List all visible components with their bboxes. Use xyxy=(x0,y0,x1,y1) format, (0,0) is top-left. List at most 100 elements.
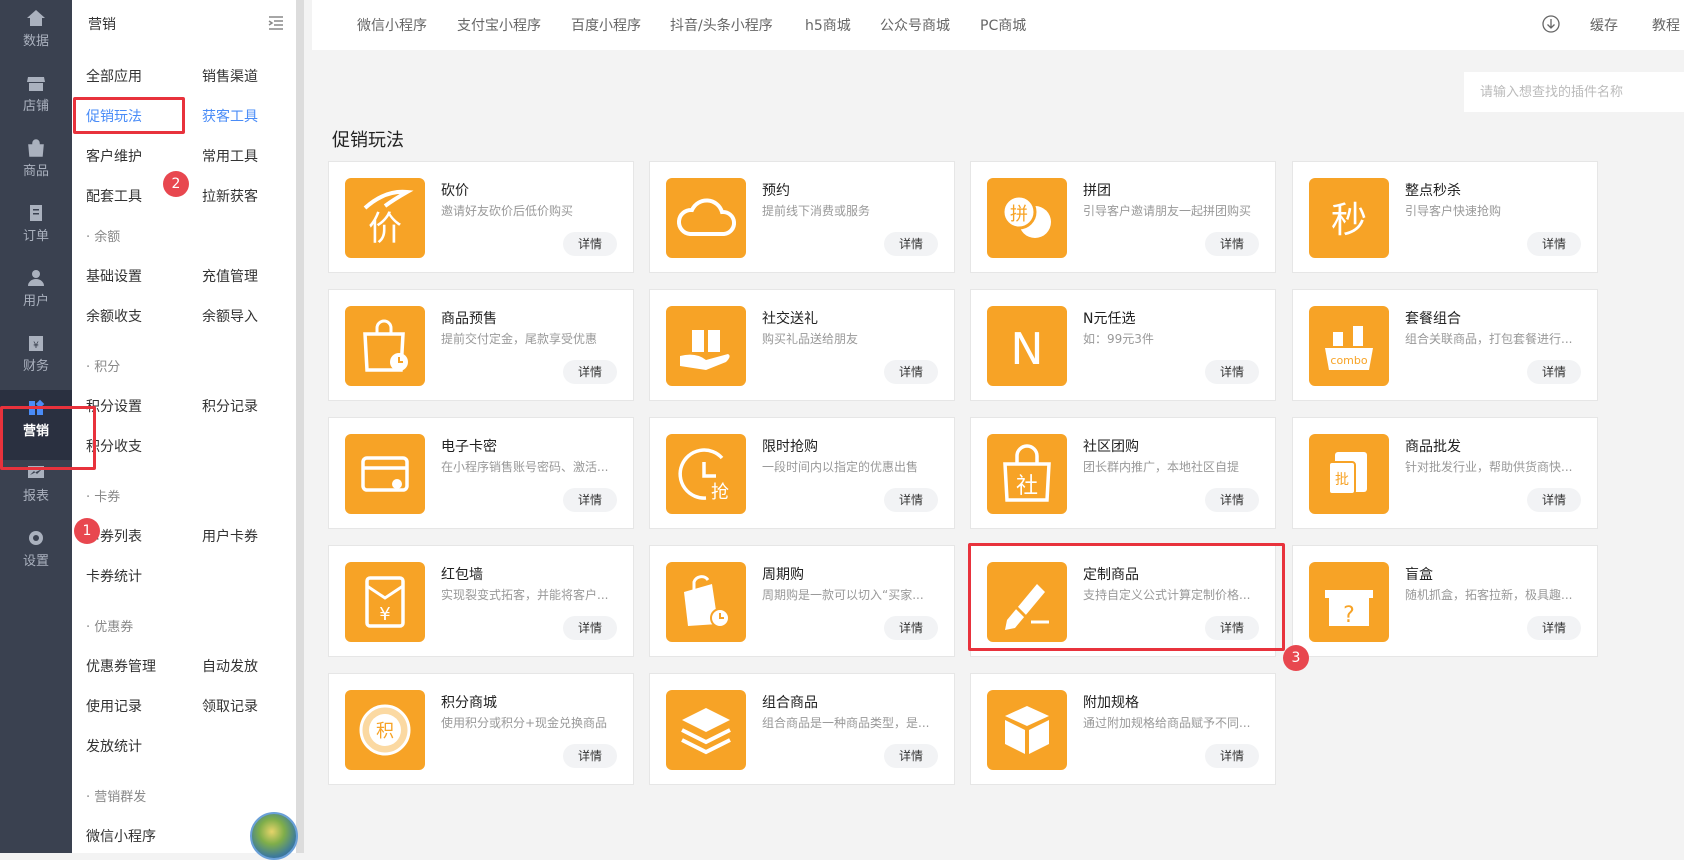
menu-acquisition-tools[interactable]: 获客工具 xyxy=(202,106,258,126)
menu-user-cards[interactable]: 用户卡券 xyxy=(202,526,258,546)
rail-item-store[interactable]: 店铺 xyxy=(0,65,72,135)
menu-new-customers[interactable]: 拉新获客 xyxy=(202,186,258,206)
plugin-name: 商品预售 xyxy=(441,311,497,327)
plugin-card-blind-box[interactable]: ? 盲盒 随机抓盒，拓客拉新，极具趣... 详情 xyxy=(1292,545,1598,657)
menu-issue-stats[interactable]: 发放统计 xyxy=(86,736,142,756)
detail-button[interactable]: 详情 xyxy=(884,744,938,768)
plugin-card-time-limited[interactable]: 抢 限时抢购 一段时间内以指定的优惠出售 详情 xyxy=(649,417,955,529)
plugin-card-community[interactable]: 社 社区团购 团长群内推广，本地社区自提 详情 xyxy=(970,417,1276,529)
highlight-custom-goods xyxy=(968,543,1285,651)
top-nav: 微信小程序 支付宝小程序 百度小程序 抖音/头条小程序 h5商城 公众号商城 P… xyxy=(312,0,1684,50)
tab-pc-mall[interactable]: PC商城 xyxy=(980,15,1026,35)
detail-button[interactable]: 详情 xyxy=(1527,360,1581,384)
plugin-card-e-card[interactable]: 电子卡密 在小程序销售账号密码、激活... 详情 xyxy=(328,417,634,529)
plugin-card-group-buy[interactable]: 拼 拼团 引导客户邀请朋友一起拼团购买 详情 xyxy=(970,161,1276,273)
svg-text:社: 社 xyxy=(1016,474,1038,499)
tab-douyin-miniapp[interactable]: 抖音/头条小程序 xyxy=(670,15,773,35)
menu-all-apps[interactable]: 全部应用 xyxy=(86,66,142,86)
plugin-name: N元任选 xyxy=(1083,311,1136,327)
rail-item-data[interactable]: 数据 xyxy=(0,0,72,70)
plugin-name: 盲盒 xyxy=(1405,567,1433,583)
plugin-card-social-gift[interactable]: 社交送礼 购买礼品送给朋友 详情 xyxy=(649,289,955,401)
detail-button[interactable]: 详情 xyxy=(884,232,938,256)
rail-item-users[interactable]: 用户 xyxy=(0,260,72,330)
svg-text:价: 价 xyxy=(368,209,402,249)
detail-button[interactable]: 详情 xyxy=(1205,232,1259,256)
detail-button[interactable]: 详情 xyxy=(563,744,617,768)
plugin-desc: 一段时间内以指定的优惠出售 xyxy=(762,460,919,474)
plugin-card-bundle-goods[interactable]: 组合商品 组合商品是一种商品类型，是... 详情 xyxy=(649,673,955,785)
tab-alipay-miniapp[interactable]: 支付宝小程序 xyxy=(457,15,541,35)
menu-support-tools[interactable]: 配套工具 xyxy=(86,186,142,206)
menu-balance-import[interactable]: 余额导入 xyxy=(202,306,258,326)
detail-button[interactable]: 详情 xyxy=(884,360,938,384)
plugin-card-subscription[interactable]: 周期购 周期购是一款可以切入“买家... 详情 xyxy=(649,545,955,657)
detail-button[interactable]: 详情 xyxy=(1205,488,1259,512)
plugin-card-combo[interactable]: combo 套餐组合 组合关联商品，打包套餐进行... 详情 xyxy=(1292,289,1598,401)
detail-button[interactable]: 详情 xyxy=(1527,616,1581,640)
detail-button[interactable]: 详情 xyxy=(563,360,617,384)
tab-official-account-mall[interactable]: 公众号商城 xyxy=(880,15,950,35)
detail-button[interactable]: 详情 xyxy=(884,488,938,512)
plugin-card-flash-sale[interactable]: 秒 整点秒杀 引导客户快速抢购 详情 xyxy=(1292,161,1598,273)
detail-button[interactable]: 详情 xyxy=(1527,232,1581,256)
tutorial-link[interactable]: 教程 xyxy=(1652,15,1680,35)
plugin-name: 预约 xyxy=(762,183,790,199)
step-badge: 2 xyxy=(163,171,189,197)
menu-auto-issue[interactable]: 自动发放 xyxy=(202,656,258,676)
plugin-desc: 引导客户快速抢购 xyxy=(1405,204,1502,218)
plugin-card-red-packet[interactable]: ¥ 红包墙 实现裂变式拓客，并能将客户... 详情 xyxy=(328,545,634,657)
menu-common-tools[interactable]: 常用工具 xyxy=(202,146,258,166)
plugin-name: 社交送礼 xyxy=(762,311,818,327)
collapse-menu-icon[interactable] xyxy=(267,14,285,32)
cache-button[interactable]: 缓存 xyxy=(1590,15,1618,35)
menu-customer-care[interactable]: 客户维护 xyxy=(86,146,142,166)
plugin-card-addon-spec[interactable]: 附加规格 通过附加规格给商品赋予不同... 详情 xyxy=(970,673,1276,785)
plugin-search-input[interactable] xyxy=(1464,72,1684,112)
plugin-desc: 组合商品是一种商品类型，是... xyxy=(762,716,930,730)
plugin-name: 砍价 xyxy=(441,183,469,199)
rail-item-goods[interactable]: 商品 xyxy=(0,130,72,200)
section-title: 促销玩法 xyxy=(332,130,404,151)
detail-button[interactable]: 详情 xyxy=(884,616,938,640)
home-icon xyxy=(27,10,45,26)
document-icon xyxy=(30,205,42,221)
plugin-card-n-yuan[interactable]: N N元任选 如：99元3件 详情 xyxy=(970,289,1276,401)
menu-claim-records[interactable]: 领取记录 xyxy=(202,696,258,716)
tab-wechat-miniapp[interactable]: 微信小程序 xyxy=(357,15,427,35)
highlight-marketing xyxy=(0,406,96,470)
menu-balance-flow[interactable]: 余额收支 xyxy=(86,306,142,326)
plugin-card-presale[interactable]: 商品预售 提前交付定金，尾款享受优惠 详情 xyxy=(328,289,634,401)
detail-button[interactable]: 详情 xyxy=(563,232,617,256)
download-icon[interactable] xyxy=(1541,14,1561,34)
plugin-card-points-mall[interactable]: 积 积分商城 使用积分或积分+现金兑换商品 详情 xyxy=(328,673,634,785)
menu-wechat-miniapp[interactable]: 微信小程序 xyxy=(86,826,156,846)
plugin-card-bargain[interactable]: 价 砍价 邀请好友砍价后低价购买 详情 xyxy=(328,161,634,273)
rail-item-orders[interactable]: 订单 xyxy=(0,195,72,265)
rail-item-finance[interactable]: ¥ 财务 xyxy=(0,325,72,395)
detail-button[interactable]: 详情 xyxy=(1527,488,1581,512)
detail-button[interactable]: 详情 xyxy=(1205,360,1259,384)
tab-baidu-miniapp[interactable]: 百度小程序 xyxy=(571,15,641,35)
menu-recharge[interactable]: 充值管理 xyxy=(202,266,258,286)
menu-card-stats[interactable]: 卡券统计 xyxy=(86,566,142,586)
n-letter-icon: N xyxy=(987,306,1067,386)
rail-item-settings[interactable]: 设置 xyxy=(0,520,72,590)
svg-text:秒: 秒 xyxy=(1331,200,1367,241)
plugin-desc: 提前线下消费或服务 xyxy=(762,204,871,218)
points-coin-icon: 积 xyxy=(345,690,425,770)
menu-points-records[interactable]: 积分记录 xyxy=(202,396,258,416)
gift-hand-icon xyxy=(666,306,746,386)
menu-sales-channel[interactable]: 销售渠道 xyxy=(202,66,258,86)
plugin-card-reservation[interactable]: 预约 提前线下消费或服务 详情 xyxy=(649,161,955,273)
group-title-mass: · 营销群发 xyxy=(86,790,147,805)
detail-button[interactable]: 详情 xyxy=(563,616,617,640)
tab-h5-mall[interactable]: h5商城 xyxy=(805,15,851,35)
bargain-icon: 价 xyxy=(345,178,425,258)
detail-button[interactable]: 详情 xyxy=(1205,744,1259,768)
detail-button[interactable]: 详情 xyxy=(563,488,617,512)
plugin-card-wholesale[interactable]: 批 商品批发 针对批发行业，帮助供货商快... 详情 xyxy=(1292,417,1598,529)
menu-basic-settings[interactable]: 基础设置 xyxy=(86,266,142,286)
menu-usage-records[interactable]: 使用记录 xyxy=(86,696,142,716)
menu-coupon-manage[interactable]: 优惠券管理 xyxy=(86,656,156,676)
